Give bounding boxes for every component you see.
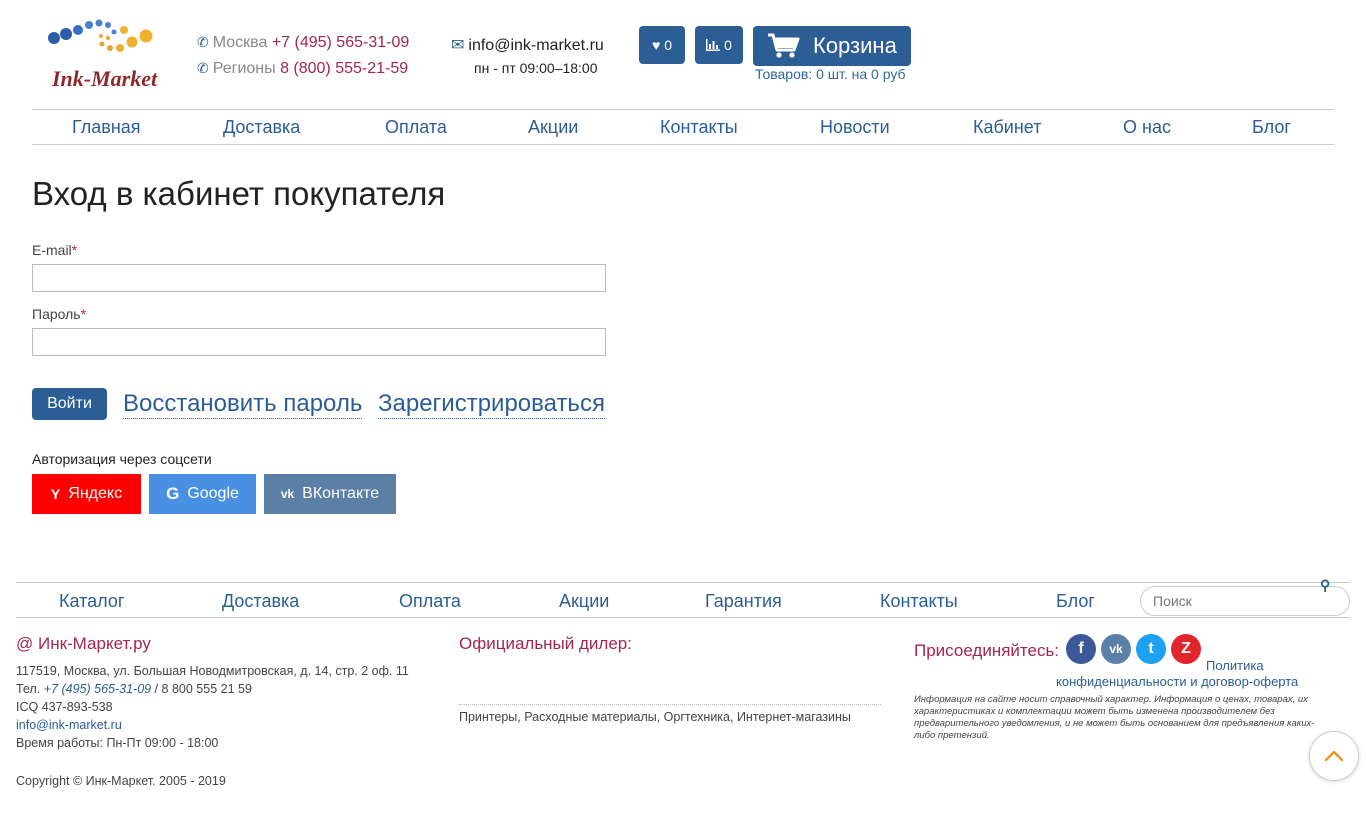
favorites-count: 0 [664,37,673,53]
policy-link-line2[interactable]: конфиденциальности и договор-оферта [1056,674,1298,689]
disclaimer-text: Информация на сайте носит справочный хар… [914,694,1315,741]
zen-icon[interactable]: Z [1171,634,1201,664]
dealer-tags: Принтеры, Расходные материалы, Оргтехник… [459,710,851,724]
phone-regions: ✆ Регионы 8 (800) 555-21-59 [197,60,408,78]
footer-nav-warranty[interactable]: Гарантия [705,591,782,612]
phone-number[interactable]: +7 (495) 565-31-09 [272,34,409,51]
company-email[interactable]: info@ink-market.ru [16,716,122,734]
footer-nav-blog[interactable]: Блог [1056,591,1095,612]
nav-item-about[interactable]: О нас [1123,117,1171,138]
footer-nav-payment[interactable]: Оплата [399,591,461,612]
company-hours: Время работы: Пн-Пт 09:00 - 18:00 [16,736,219,750]
email-label: E-mail* [32,242,77,258]
register-link[interactable]: Зарегистрироваться [378,390,605,419]
company-address: 117519, Москва, ул. Большая Новодмитровс… [16,664,409,678]
cart-icon [768,33,800,58]
login-button[interactable]: Войти [32,388,107,420]
nav-item-delivery[interactable]: Доставка [223,117,300,138]
password-field[interactable] [32,328,606,356]
google-login-button[interactable]: G Google [149,474,256,514]
work-hours: пн - пт 09:00–18:00 [474,60,598,76]
password-label: Пароль* [32,306,86,322]
required-mark: * [71,242,78,258]
cart-label: Корзина [813,33,897,58]
header-email[interactable]: ✉ info@ink-market.ru [451,35,604,55]
nav-item-promotions[interactable]: Акции [528,117,578,138]
phone-number[interactable]: 8 (800) 555-21-59 [280,60,408,77]
google-label: Google [187,485,239,502]
google-icon: G [166,484,180,503]
restore-password-link[interactable]: Восстановить пароль [123,390,363,419]
cart-summary: Товаров: 0 шт. на 0 руб [755,66,906,82]
nav-item-contacts[interactable]: Контакты [660,117,738,138]
nav-item-blog[interactable]: Блог [1252,117,1291,138]
scroll-to-top-button[interactable] [1309,731,1359,781]
copyright: Copyright © Инк-Маркет. 2005 - 2019 [16,774,226,788]
search-icon[interactable]: ⚲ [1320,577,1330,594]
yandex-login-button[interactable]: Y Яндекс [32,474,141,514]
policy-link-line1[interactable]: Политика [1206,658,1264,673]
phone-icon: ✆ [197,60,209,76]
main-nav: Главная Доставка Оплата Акции Контакты Н… [32,109,1334,145]
search-input[interactable] [1140,586,1350,616]
twitter-icon[interactable]: t [1136,634,1166,664]
company-icq: ICQ 437-893-538 [16,700,113,714]
envelope-icon: ✉ [451,37,465,54]
tel-second[interactable]: 8 800 555 21 59 [162,682,252,696]
yandex-label: Яндекс [68,485,123,502]
nav-item-home[interactable]: Главная [72,117,141,138]
site-logo[interactable]: Ink-Market [46,18,162,94]
footer-nav: Каталог Доставка Оплата Акции Гарантия К… [16,577,1350,618]
tel-main[interactable]: +7 (495) 565-31-09 [44,682,151,696]
logo-text: Ink-Market [52,66,158,91]
vk-login-button[interactable]: vk ВКонтакте [264,474,396,514]
tel-label: Тел. [16,682,41,696]
email-field[interactable] [32,264,606,292]
vk-icon: vk [280,487,295,501]
footer-nav-contacts[interactable]: Контакты [880,591,958,612]
vk-label: ВКонтакте [302,485,380,502]
nav-item-account[interactable]: Кабинет [973,117,1041,138]
required-mark: * [80,306,87,322]
join-label: Присоединяйтесь: [914,641,1060,660]
footer-nav-promotions[interactable]: Акции [559,591,609,612]
compare-button[interactable]: 0 [695,26,743,64]
phone-moscow: ✆ Москва +7 (495) 565-31-09 [197,34,409,52]
company-phones: Тел. +7 (495) 565-31-09 / 8 800 555 21 5… [16,680,252,698]
email-label-text: E-mail [32,242,72,258]
bar-chart-icon [706,39,721,51]
email-text: info@ink-market.ru [468,37,604,54]
phone-icon: ✆ [197,34,209,50]
password-label-text: Пароль [32,306,81,322]
favorites-button[interactable]: ♥ 0 [639,26,685,64]
yandex-icon: Y [50,486,61,502]
heart-icon: ♥ [651,37,661,53]
social-auth-caption: Авторизация через соцсети [32,451,212,467]
nav-item-news[interactable]: Новости [820,117,890,138]
nav-item-payment[interactable]: Оплата [385,117,447,138]
chevron-up-icon [1324,750,1344,762]
company-name[interactable]: @ Инк-Маркет.ру [16,634,151,654]
phone-city: Москва [212,34,268,51]
compare-count: 0 [724,37,732,53]
footer-nav-catalog[interactable]: Каталог [59,591,124,612]
tel-separator: / [151,682,162,696]
dealer-title: Официальный дилер: [459,634,632,653]
logo-dots-icon [48,19,153,52]
page-title: Вход в кабинет покупателя [32,175,446,212]
dealer-divider [459,704,881,705]
cart-button[interactable]: Корзина [753,26,911,66]
vk-icon[interactable]: vk [1101,634,1131,664]
footer-nav-delivery[interactable]: Доставка [222,591,299,612]
facebook-icon[interactable]: f [1066,634,1096,664]
phone-city: Регионы [212,60,276,77]
